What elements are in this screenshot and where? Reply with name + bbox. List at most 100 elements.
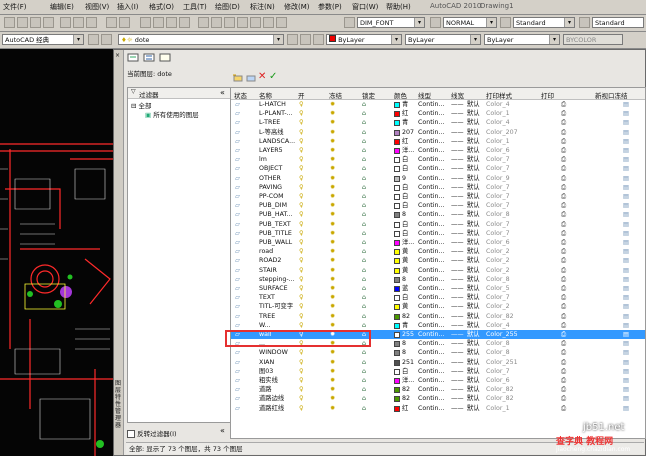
- vp-freeze-icon[interactable]: ▤: [623, 128, 629, 137]
- layer-linetype[interactable]: Contin...: [418, 118, 444, 127]
- layer-linetype[interactable]: Contin...: [418, 266, 444, 275]
- quickcalc-icon[interactable]: [263, 17, 274, 28]
- vp-freeze-icon[interactable]: ▤: [623, 247, 629, 256]
- lightbulb-icon[interactable]: ♀: [299, 155, 304, 164]
- sun-freeze-icon[interactable]: ✹: [330, 146, 335, 155]
- layer-color-name[interactable]: 207: [402, 128, 414, 137]
- layer-color-name[interactable]: 82: [402, 385, 410, 394]
- printer-icon[interactable]: ⎙: [561, 183, 566, 192]
- menu-view[interactable]: 视图(V): [85, 2, 109, 12]
- color-swatch[interactable]: [394, 341, 400, 348]
- printer-icon[interactable]: ⎙: [561, 275, 566, 284]
- sun-freeze-icon[interactable]: ✹: [330, 302, 335, 311]
- lock-icon[interactable]: ⌂: [362, 183, 366, 192]
- layer-plotstyle[interactable]: Color_5: [486, 284, 510, 293]
- sun-freeze-icon[interactable]: ✹: [330, 201, 335, 210]
- vp-freeze-icon[interactable]: ▤: [623, 256, 629, 265]
- menu-edit[interactable]: 编辑(E): [50, 2, 74, 12]
- layer-row[interactable]: ▱ OBJECT ♀ ✹ ⌂ 白 Contin... —— 默认 Color_7 ⎙ ▤: [231, 164, 645, 173]
- layer-plotstyle[interactable]: Color_7: [486, 192, 510, 201]
- make-current-icon[interactable]: [287, 34, 298, 45]
- layer-lineweight[interactable]: 默认: [467, 192, 480, 201]
- sun-freeze-icon[interactable]: ✹: [330, 192, 335, 201]
- markup-icon[interactable]: [250, 17, 261, 28]
- col-freeze[interactable]: 冻结: [329, 90, 342, 100]
- layer-color-name[interactable]: 8: [402, 210, 406, 219]
- color-swatch[interactable]: [394, 175, 400, 182]
- vp-freeze-icon[interactable]: ▤: [623, 394, 629, 403]
- layer-row[interactable]: ▱ WINDOW ♀ ✹ ⌂ 8 Contin... —— 默认 Color_8 ⎙ ▤: [231, 348, 645, 357]
- lightbulb-icon[interactable]: ♀: [299, 385, 304, 394]
- vp-freeze-icon[interactable]: ▤: [623, 238, 629, 247]
- layer-color-name[interactable]: 白: [402, 229, 408, 238]
- lock-icon[interactable]: ⌂: [362, 394, 366, 403]
- layer-row[interactable]: ▱ LAYER5 ♀ ✹ ⌂ 洋... Contin... —— 默认 Color_6 ⎙ ▤: [231, 146, 645, 155]
- menu-modify[interactable]: 修改(M): [284, 2, 310, 12]
- lightbulb-icon[interactable]: ♀: [299, 348, 304, 357]
- palette-title-strip[interactable]: × 图层特性管理器: [114, 50, 124, 455]
- layer-lineweight[interactable]: 默认: [467, 137, 480, 146]
- lightbulb-icon[interactable]: ♀: [299, 100, 304, 109]
- menu-draw[interactable]: 绘图(D): [215, 2, 240, 12]
- col-name[interactable]: 名称: [259, 90, 272, 100]
- printer-icon[interactable]: ⎙: [561, 229, 566, 238]
- vp-freeze-icon[interactable]: ▤: [623, 192, 629, 201]
- layer-color-name[interactable]: 8: [402, 275, 406, 284]
- layer-name[interactable]: L-TREE: [259, 118, 280, 127]
- undo-icon[interactable]: [106, 17, 117, 28]
- layer-lineweight[interactable]: 默认: [467, 118, 480, 127]
- layer-linetype[interactable]: Contin...: [418, 164, 444, 173]
- lock-icon[interactable]: ⌂: [362, 385, 366, 394]
- lock-icon[interactable]: ⌂: [362, 302, 366, 311]
- layer-row[interactable]: ▱ 道路 ♀ ✹ ⌂ 82 Contin... —— 默认 Color_82 ⎙ ▤: [231, 385, 645, 394]
- layer-linetype[interactable]: Contin...: [418, 247, 444, 256]
- layer-row[interactable]: ▱ SURFACE ♀ ✹ ⌂ 蓝 Contin... —— 默认 Color_5 ⎙ ▤: [231, 284, 645, 293]
- vp-freeze-icon[interactable]: ▤: [623, 312, 629, 321]
- vp-freeze-icon[interactable]: ▤: [623, 266, 629, 275]
- layer-plotstyle[interactable]: Color_251: [486, 358, 518, 367]
- col-lineweight[interactable]: 线宽: [451, 90, 464, 100]
- layer-row[interactable]: ▱ L-HATCH ♀ ✹ ⌂ 青 Contin... —— 默认 Color_4 ⎙ ▤: [231, 100, 645, 109]
- color-swatch[interactable]: [394, 387, 400, 394]
- layer-color-name[interactable]: 红: [402, 404, 408, 413]
- layer-lineweight[interactable]: 默认: [467, 146, 480, 155]
- layer-color-name[interactable]: 黄: [402, 247, 408, 256]
- layer-color-name[interactable]: 红: [402, 109, 408, 118]
- layer-row[interactable]: ▱ PUB_DIM ♀ ✹ ⌂ 白 Contin... —— 默认 Color_7 ⎙ ▤: [231, 201, 645, 210]
- color-swatch[interactable]: [394, 396, 400, 403]
- col-linetype[interactable]: 线型: [418, 90, 431, 100]
- lightbulb-icon[interactable]: ♀: [299, 210, 304, 219]
- layer-name[interactable]: WINDOW: [259, 348, 288, 357]
- printer-icon[interactable]: ⎙: [561, 210, 566, 219]
- workspace-settings-icon[interactable]: [88, 34, 99, 45]
- lock-icon[interactable]: ⌂: [362, 348, 366, 357]
- col-on[interactable]: 开: [298, 90, 305, 100]
- printer-icon[interactable]: ⎙: [561, 109, 566, 118]
- layer-name[interactable]: W...: [259, 321, 271, 330]
- lock-icon[interactable]: ⌂: [362, 174, 366, 183]
- layer-plotstyle[interactable]: Color_7: [486, 201, 510, 210]
- collapse-icon[interactable]: «: [220, 88, 225, 97]
- vp-freeze-icon[interactable]: ▤: [623, 385, 629, 394]
- printer-icon[interactable]: ⎙: [561, 128, 566, 137]
- layer-row[interactable]: ▱ TREE ♀ ✹ ⌂ 82 Contin... —— 默认 Color_82 ⎙ ▤: [231, 312, 645, 321]
- lightbulb-icon[interactable]: ♀: [299, 238, 304, 247]
- layer-linetype[interactable]: Contin...: [418, 394, 444, 403]
- new-layer-icon[interactable]: [232, 73, 244, 83]
- color-swatch[interactable]: [394, 276, 400, 283]
- layer-name[interactable]: PUB_WALL: [259, 238, 292, 247]
- vp-freeze-icon[interactable]: ▤: [623, 201, 629, 210]
- layer-select[interactable]: ♦☼ dote ▾: [118, 34, 284, 45]
- sun-freeze-icon[interactable]: ✹: [330, 293, 335, 302]
- layer-plotstyle[interactable]: Color_1: [486, 137, 510, 146]
- layer-plotstyle[interactable]: Color_255: [486, 330, 518, 339]
- layer-row[interactable]: ▱ stepping-... ♀ ✹ ⌂ 8 Contin... —— 默认 Color_8 ⎙ ▤: [231, 275, 645, 284]
- color-swatch[interactable]: [394, 304, 400, 311]
- layer-name[interactable]: PAVING: [259, 183, 282, 192]
- lock-icon[interactable]: ⌂: [362, 128, 366, 137]
- vp-freeze-icon[interactable]: ▤: [623, 330, 629, 339]
- layer-linetype[interactable]: Contin...: [418, 109, 444, 118]
- vp-freeze-icon[interactable]: ▤: [623, 348, 629, 357]
- vp-freeze-icon[interactable]: ▤: [623, 339, 629, 348]
- lightbulb-icon[interactable]: ♀: [299, 256, 304, 265]
